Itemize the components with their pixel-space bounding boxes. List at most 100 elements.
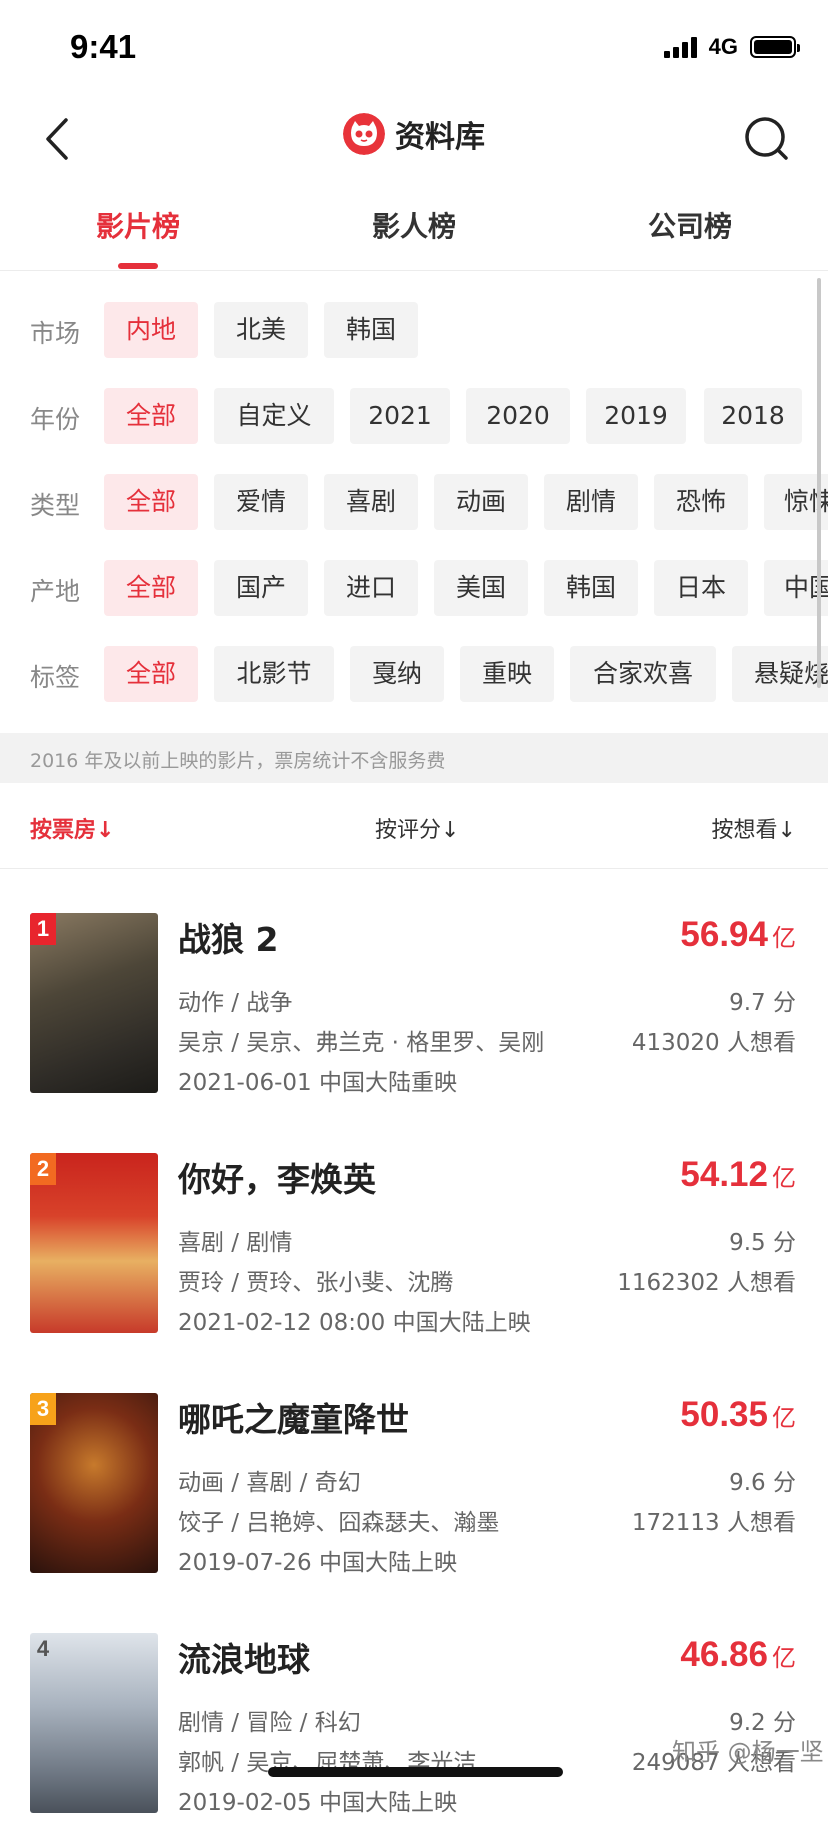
- filter-row-year: 年份 全部 自定义 2021 2020 2019 2018: [0, 388, 828, 444]
- rank-badge: 3: [30, 1393, 56, 1425]
- box-office-unit: 亿: [772, 1164, 796, 1192]
- filter-chip[interactable]: 2020: [466, 388, 570, 444]
- movie-poster: 1: [30, 913, 158, 1093]
- filter-chip[interactable]: 全部: [104, 646, 198, 702]
- movie-people: 吴京 / 吴京、弗兰克 · 格里罗、吴刚: [178, 1030, 545, 1056]
- filter-label: 产地: [30, 577, 81, 606]
- filter-chip[interactable]: 韩国: [544, 560, 638, 616]
- sort-by-want-see[interactable]: 按想看↓: [712, 812, 796, 844]
- cat-logo-icon: [343, 113, 385, 155]
- filter-chip[interactable]: 日本: [654, 560, 748, 616]
- movie-people: 饺子 / 吕艳婷、囧森瑟夫、瀚墨: [178, 1510, 500, 1536]
- box-office: 46.86 亿: [680, 1635, 796, 1675]
- filter-chip[interactable]: 2018: [704, 388, 802, 444]
- box-office-unit: 亿: [772, 924, 796, 952]
- box-office-value: 56.94: [680, 915, 768, 954]
- filter-chip[interactable]: 重映: [460, 646, 554, 702]
- movie-row[interactable]: 1 战狼 2 动作 / 战争 吴京 / 吴京、弗兰克 · 格里罗、吴刚 2021…: [0, 913, 828, 1113]
- filter-row-genre: 类型 全部 爱情 喜剧 动画 剧情 恐怖 惊悚: [0, 474, 828, 530]
- filter-chip[interactable]: 自定义: [214, 388, 334, 444]
- box-office-unit: 亿: [772, 1404, 796, 1432]
- movie-score: 9.7 分: [729, 990, 796, 1016]
- scrollbar[interactable]: [817, 278, 821, 688]
- rank-badge: 4: [36, 1636, 50, 1661]
- signal-icon: [663, 36, 697, 58]
- filter-chip[interactable]: 悬疑烧脑: [732, 646, 828, 702]
- sort-label: 按评分: [375, 818, 442, 843]
- tab-active-indicator: [118, 263, 158, 269]
- movie-title: 流浪地球: [178, 1640, 310, 1679]
- divider: [0, 270, 828, 271]
- notice-text: 2016 年及以前上映的影片，票房统计不含服务费: [30, 750, 446, 772]
- tab-people[interactable]: 影人榜: [276, 205, 552, 269]
- status-indicators: 4G: [663, 34, 800, 60]
- home-indicator[interactable]: [268, 1767, 563, 1777]
- box-office-value: 50.35: [680, 1395, 768, 1434]
- movie-genres: 剧情 / 冒险 / 科幻: [178, 1710, 361, 1736]
- search-icon[interactable]: [742, 112, 792, 166]
- filter-chip[interactable]: 2021: [350, 388, 450, 444]
- box-office: 54.12 亿: [680, 1155, 796, 1195]
- box-office: 50.35 亿: [680, 1395, 796, 1435]
- filter-chip[interactable]: 合家欢喜: [570, 646, 716, 702]
- box-office-value: 54.12: [680, 1155, 768, 1194]
- movie-release: 2019-07-26 中国大陆上映: [178, 1550, 457, 1576]
- filter-label: 市场: [30, 319, 81, 348]
- tab-companies[interactable]: 公司榜: [552, 205, 828, 269]
- movie-row[interactable]: 3 哪吒之魔童降世 动画 / 喜剧 / 奇幻 饺子 / 吕艳婷、囧森瑟夫、瀚墨 …: [0, 1393, 828, 1593]
- filter-chip[interactable]: 美国: [434, 560, 528, 616]
- movie-poster: 4: [30, 1633, 158, 1813]
- filter-chip[interactable]: 北美: [214, 302, 308, 358]
- movie-poster: 2: [30, 1153, 158, 1333]
- filter-chip[interactable]: 喜剧: [324, 474, 418, 530]
- movie-title: 你好，李焕英: [178, 1160, 376, 1199]
- tab-films[interactable]: 影片榜: [0, 205, 276, 269]
- sort-by-rating[interactable]: 按评分↓: [375, 812, 459, 844]
- sort-arrow-icon: ↓: [441, 818, 460, 843]
- status-time: 9:41: [70, 28, 137, 65]
- filter-chip[interactable]: 北影节: [214, 646, 334, 702]
- divider: [0, 868, 828, 869]
- movie-want-count: 1162302 人想看: [617, 1270, 796, 1296]
- header-title-group: 资料库: [0, 112, 828, 156]
- movie-genres: 喜剧 / 剧情: [178, 1230, 293, 1256]
- filter-chip[interactable]: 剧情: [544, 474, 638, 530]
- movie-release: 2019-02-05 中国大陆上映: [178, 1790, 457, 1816]
- movie-people: 贾玲 / 贾玲、张小斐、沈腾: [178, 1270, 454, 1296]
- filter-chip[interactable]: 动画: [434, 474, 528, 530]
- box-office-unit: 亿: [772, 1644, 796, 1672]
- sort-label: 按想看: [711, 818, 778, 843]
- filter-chip[interactable]: 内地: [104, 302, 198, 358]
- rank-badge: 1: [30, 913, 56, 945]
- filter-chip[interactable]: 全部: [104, 388, 198, 444]
- movie-score: 9.5 分: [729, 1230, 796, 1256]
- filter-chip[interactable]: 戛纳: [350, 646, 444, 702]
- movie-genres: 动画 / 喜剧 / 奇幻: [178, 1470, 361, 1496]
- movie-row[interactable]: 2 你好，李焕英 喜剧 / 剧情 贾玲 / 贾玲、张小斐、沈腾 2021-02-…: [0, 1153, 828, 1353]
- filter-chip[interactable]: 全部: [104, 474, 198, 530]
- filter-chip[interactable]: 2019: [586, 388, 686, 444]
- network-label: 4G: [708, 34, 738, 59]
- box-office-value: 46.86: [680, 1635, 768, 1674]
- movie-want-count: 172113 人想看: [631, 1510, 796, 1536]
- filter-row-tag: 标签 全部 北影节 戛纳 重映 合家欢喜 悬疑烧脑: [0, 646, 828, 702]
- filter-chip[interactable]: 韩国: [324, 302, 418, 358]
- filter-label: 类型: [30, 491, 81, 520]
- filter-chip[interactable]: 全部: [104, 560, 198, 616]
- filter-chip[interactable]: 进口: [324, 560, 418, 616]
- sort-arrow-icon: ↓: [96, 818, 115, 843]
- filter-chip[interactable]: 爱情: [214, 474, 308, 530]
- movie-score: 9.6 分: [729, 1470, 796, 1496]
- movie-title: 战狼 2: [178, 920, 279, 959]
- movie-genres: 动作 / 战争: [178, 990, 293, 1016]
- movie-title: 哪吒之魔童降世: [178, 1400, 409, 1439]
- sort-by-box-office[interactable]: 按票房↓: [30, 812, 114, 844]
- tab-bar: 影片榜 影人榜 公司榜: [0, 205, 828, 269]
- filter-chip[interactable]: 国产: [214, 560, 308, 616]
- filter-row-origin: 产地 全部 国产 进口 美国 韩国 日本 中国: [0, 560, 828, 616]
- sort-label: 按票房: [30, 818, 97, 843]
- movie-release: 2021-02-12 08:00 中国大陆上映: [178, 1310, 531, 1336]
- rank-badge: 2: [30, 1153, 56, 1185]
- tab-label: 公司榜: [647, 210, 732, 243]
- filter-chip[interactable]: 恐怖: [654, 474, 748, 530]
